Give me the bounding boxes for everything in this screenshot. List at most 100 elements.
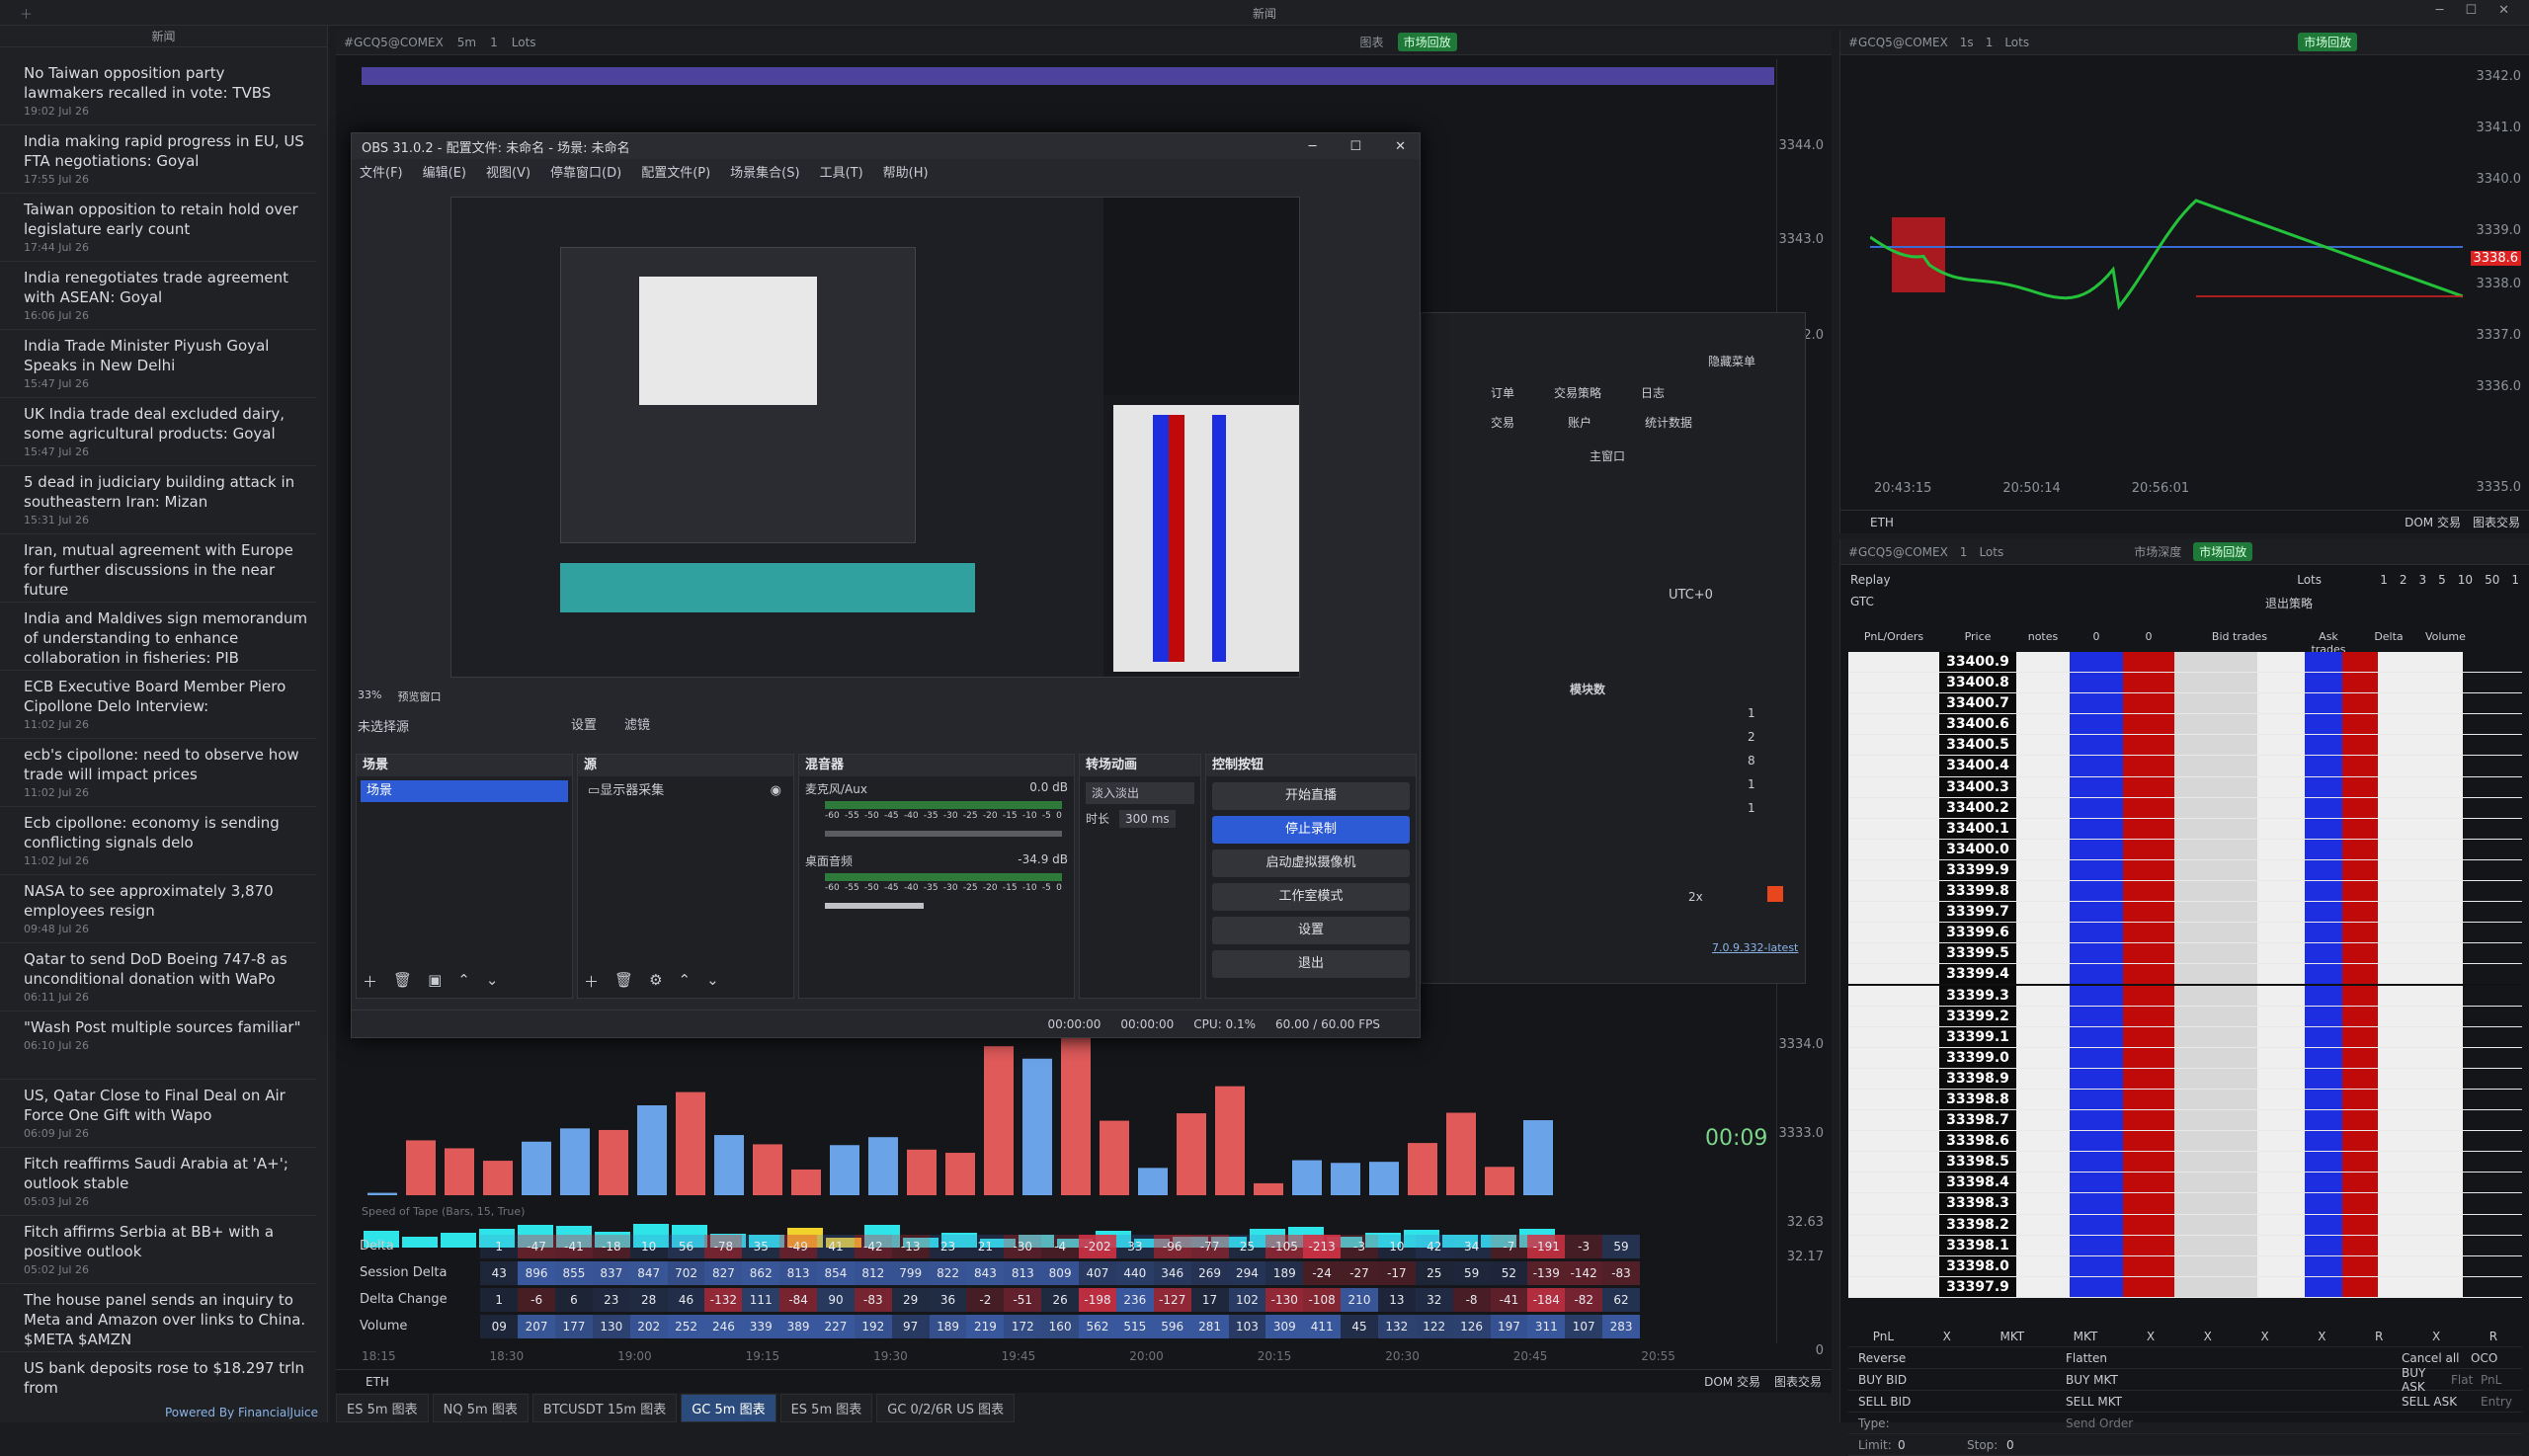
dom-cell[interactable]: [2342, 776, 2378, 797]
dom-cell[interactable]: [2417, 1276, 2463, 1297]
obs-menu-item[interactable]: 配置文件(P): [641, 162, 710, 181]
dom-cell[interactable]: [2257, 1047, 2305, 1068]
dom-cell[interactable]: [2070, 881, 2123, 902]
dom-cell[interactable]: [2378, 714, 2417, 735]
dom-cell[interactable]: [2016, 964, 2070, 984]
dom-cell[interactable]: [1848, 756, 1939, 776]
obs-menu-item[interactable]: 场景集合(S): [730, 162, 799, 181]
dom-cell[interactable]: [2123, 1047, 2174, 1068]
dom-cell[interactable]: [2305, 1255, 2342, 1276]
dom-cell[interactable]: [2174, 881, 2257, 902]
dom-price[interactable]: 33399.7: [1939, 902, 2016, 923]
dom-price[interactable]: 33398.1: [1939, 1235, 2016, 1255]
dom-cell[interactable]: [2305, 673, 2342, 693]
dom-cell[interactable]: [2016, 776, 2070, 797]
dom-cell[interactable]: [2123, 735, 2174, 756]
dom-cell[interactable]: [2257, 1006, 2305, 1026]
news-item[interactable]: 5 dead in judiciary building attack in s…: [0, 466, 316, 534]
dom-row[interactable]: 33398.3: [1848, 1193, 2522, 1215]
dom-cell[interactable]: [2305, 1026, 2342, 1047]
dom-cell[interactable]: [2305, 652, 2342, 673]
dom-price[interactable]: 33400.9: [1939, 652, 2016, 673]
dom-cell[interactable]: [2417, 881, 2463, 902]
qty-preset[interactable]: 50: [2485, 573, 2499, 587]
dom-ladder[interactable]: 33400.9 33400.8 33400.7 33400.6 33400.5 33400…: [1848, 652, 2522, 1320]
filter-scene-icon[interactable]: ▣: [428, 971, 442, 992]
stop-icon[interactable]: [1767, 886, 1783, 902]
dom-cell[interactable]: [2174, 1173, 2257, 1193]
dom-action[interactable]: X: [2204, 1330, 2212, 1343]
dom-cell[interactable]: [2378, 1173, 2417, 1193]
dom-cell[interactable]: [2123, 943, 2174, 964]
dom-cell[interactable]: [2342, 1026, 2378, 1047]
dom-cell[interactable]: [2378, 1131, 2417, 1152]
version-link[interactable]: 7.0.9.332-latest: [1712, 941, 1798, 954]
dom-cell[interactable]: [2305, 964, 2342, 984]
dom-cell[interactable]: [2257, 693, 2305, 714]
dom-cell[interactable]: [1848, 714, 1939, 735]
dom-cell[interactable]: [2417, 943, 2463, 964]
dom-cell[interactable]: [1848, 859, 1939, 881]
dom-cell[interactable]: [2417, 1235, 2463, 1255]
dom-cell[interactable]: [2342, 1047, 2378, 1068]
obs-close-icon[interactable]: ✕: [1395, 139, 1406, 154]
tick-chart-trade[interactable]: 图表交易: [2473, 514, 2520, 530]
dom-cell[interactable]: [2070, 1089, 2123, 1110]
dom-cell[interactable]: [1848, 1152, 1939, 1173]
dom-action[interactable]: X: [1943, 1330, 1951, 1343]
dom-cell[interactable]: [2123, 1131, 2174, 1152]
dom-cell[interactable]: [2417, 797, 2463, 818]
dom-cell[interactable]: [2417, 964, 2463, 984]
dom-row[interactable]: 33399.9: [1848, 859, 2522, 882]
dom-cell[interactable]: [2070, 985, 2123, 1006]
dom-cell[interactable]: [2257, 1193, 2305, 1214]
dom-row[interactable]: 33398.4: [1848, 1173, 2522, 1194]
dom-cell[interactable]: [2342, 673, 2378, 693]
dom-cell[interactable]: [2378, 1110, 2417, 1131]
dom-price[interactable]: 33399.3: [1939, 985, 2016, 1006]
dom-action[interactable]: X: [2147, 1330, 2155, 1343]
dom-row[interactable]: 33400.0: [1848, 839, 2522, 860]
dom-cell[interactable]: [2305, 1214, 2342, 1235]
news-item[interactable]: NASA to see approximately 3,870 employee…: [0, 875, 316, 943]
dom-price[interactable]: 33398.3: [1939, 1193, 2016, 1214]
dom-cell[interactable]: [2257, 776, 2305, 797]
dom-cell[interactable]: [2257, 818, 2305, 839]
dom-price[interactable]: 33399.4: [1939, 964, 2016, 984]
dom-price[interactable]: 33400.4: [1939, 756, 2016, 776]
news-item[interactable]: Iran, mutual agreement with Europe for f…: [0, 534, 316, 603]
dom-cell[interactable]: [2257, 1235, 2305, 1255]
dom-cell[interactable]: [2378, 859, 2417, 881]
dom-price[interactable]: 33399.0: [1939, 1047, 2016, 1068]
dom-cell[interactable]: [2257, 839, 2305, 859]
log-button[interactable]: 日志: [1641, 384, 1665, 401]
obs-menu-item[interactable]: 编辑(E): [423, 162, 466, 181]
dom-action[interactable]: PnL: [1873, 1330, 1894, 1343]
dom-cell[interactable]: [2257, 1068, 2305, 1089]
dom-row[interactable]: 33399.5: [1848, 943, 2522, 965]
dom-cell[interactable]: [2174, 1131, 2257, 1152]
dom-cell[interactable]: [1848, 1214, 1939, 1235]
dom-cell[interactable]: [2342, 902, 2378, 923]
chart-tab[interactable]: NQ 5m 图表: [432, 1393, 529, 1422]
dom-price[interactable]: 33399.2: [1939, 1006, 2016, 1026]
obs-menu-item[interactable]: 停靠窗口(D): [550, 162, 621, 181]
dom-cell[interactable]: [2070, 1110, 2123, 1131]
dom-cell[interactable]: [2016, 714, 2070, 735]
news-item[interactable]: ECB Executive Board Member Piero Cipollo…: [0, 671, 316, 739]
dom-cell[interactable]: [2378, 1068, 2417, 1089]
dom-cell[interactable]: [2016, 1193, 2070, 1214]
transition-select[interactable]: 淡入淡出: [1086, 782, 1194, 804]
dom-cell[interactable]: [2257, 1089, 2305, 1110]
cancel-all-button[interactable]: Cancel all: [2402, 1351, 2471, 1365]
dom-cell[interactable]: [2016, 652, 2070, 673]
stop-record-button[interactable]: 停止录制: [1212, 816, 1410, 844]
chart-tab[interactable]: GC 0/2/6R US 图表: [876, 1393, 1016, 1422]
dom-cell[interactable]: [1848, 1255, 1939, 1276]
dom-row[interactable]: 33400.6: [1848, 714, 2522, 736]
dom-cell[interactable]: [2378, 776, 2417, 797]
dom-cell[interactable]: [2417, 735, 2463, 756]
dom-qty-presets[interactable]: 1 2 3 5 10 50 1: [2380, 573, 2519, 587]
dom-row[interactable]: 33399.2: [1848, 1006, 2522, 1027]
dom-cell[interactable]: [2123, 1089, 2174, 1110]
